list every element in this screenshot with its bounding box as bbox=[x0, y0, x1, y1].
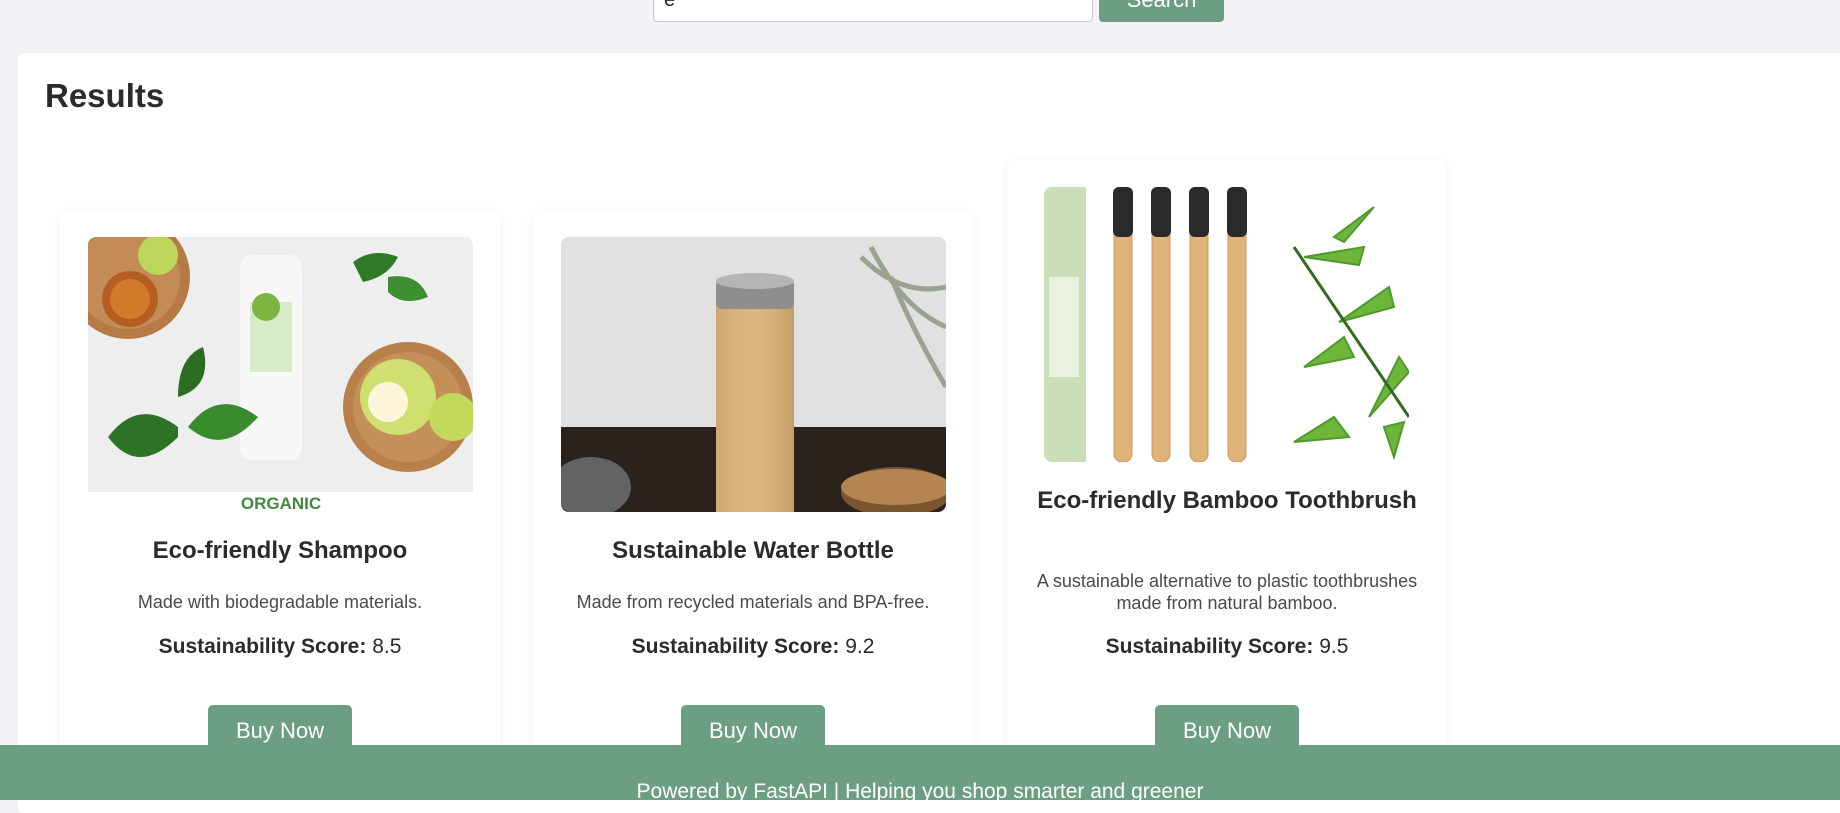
product-image-shampoo: ORGANIC bbox=[88, 237, 473, 512]
product-card-water-bottle: Sustainable Water Bottle Made from recyc… bbox=[533, 210, 973, 770]
product-image-toothbrush bbox=[1044, 187, 1409, 462]
score-label: Sustainability Score: bbox=[1105, 635, 1314, 658]
search-bar: Search bbox=[653, 0, 1224, 22]
score-label: Sustainability Score: bbox=[631, 635, 840, 658]
product-description: A sustainable alternative to plastic too… bbox=[1036, 571, 1418, 613]
score-value: 9.2 bbox=[845, 635, 875, 658]
product-name: Sustainable Water Bottle bbox=[612, 537, 894, 564]
sustainability-score: Sustainability Score: 9.5 bbox=[1027, 635, 1427, 659]
results-title: Results bbox=[45, 77, 165, 114]
product-name: Eco-friendly Shampoo bbox=[152, 537, 408, 564]
product-image-label: ORGANIC bbox=[241, 494, 321, 512]
product-card-shampoo: ORGANIC Eco-friendly Shampoo Made with b… bbox=[60, 210, 500, 770]
product-description: Made with biodegradable materials. bbox=[137, 592, 423, 612]
product-description: Made from recycled materials and BPA-fre… bbox=[576, 592, 930, 612]
score-label: Sustainability Score: bbox=[158, 635, 367, 658]
search-input[interactable] bbox=[653, 0, 1093, 22]
score-value: 8.5 bbox=[372, 635, 402, 658]
search-button[interactable]: Search bbox=[1099, 0, 1224, 22]
sustainability-score: Sustainability Score: 9.2 bbox=[553, 635, 953, 659]
footer: Powered by FastAPI | Helping you shop sm… bbox=[0, 745, 1840, 803]
score-value: 9.5 bbox=[1319, 635, 1349, 658]
footer-text: Powered by FastAPI | Helping you shop sm… bbox=[636, 780, 1204, 803]
product-card-toothbrush: Eco-friendly Bamboo Toothbrush A sustain… bbox=[1007, 160, 1447, 770]
product-image-water-bottle bbox=[561, 237, 946, 512]
product-name: Eco-friendly Bamboo Toothbrush bbox=[1037, 487, 1417, 514]
sustainability-score: Sustainability Score: 8.5 bbox=[80, 635, 480, 659]
